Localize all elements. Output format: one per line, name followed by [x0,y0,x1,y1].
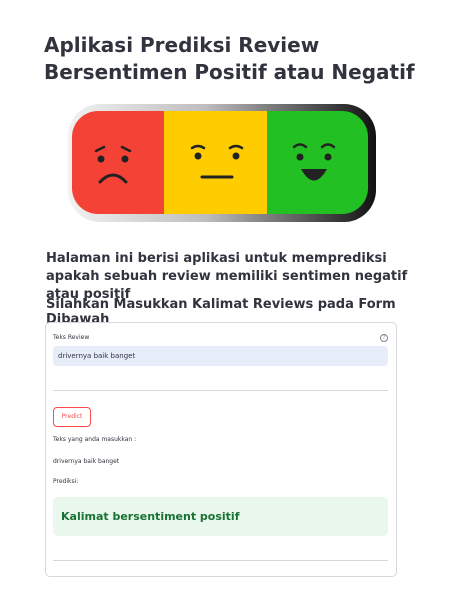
mood-banner-image [68,104,376,222]
review-text-input[interactable]: drivernya baik banget [53,346,388,366]
page-title: Aplikasi Prediksi Review Bersentimen Pos… [44,32,424,86]
predict-button[interactable]: Predict [53,407,91,427]
intro-text: Halaman ini berisi aplikasi untuk mempre… [46,251,408,302]
help-icon[interactable]: ? [380,334,388,342]
page-title-line-2: Bersentimen Positif atau Negatif [44,60,415,84]
echo-label: Teks yang anda masukkan : [53,436,137,443]
prediction-label: Prediksi: [53,478,79,485]
review-form: Teks Review ? drivernya baik banget Pred… [45,322,397,577]
review-field-label: Teks Review [53,334,90,341]
page-title-line-1: Aplikasi Prediksi Review [44,33,320,57]
echo-value: drivernya baik banget [53,458,120,465]
form-divider [53,390,388,391]
prediction-result: Kalimat bersentiment positif [53,497,388,536]
form-bottom-divider [53,560,388,561]
